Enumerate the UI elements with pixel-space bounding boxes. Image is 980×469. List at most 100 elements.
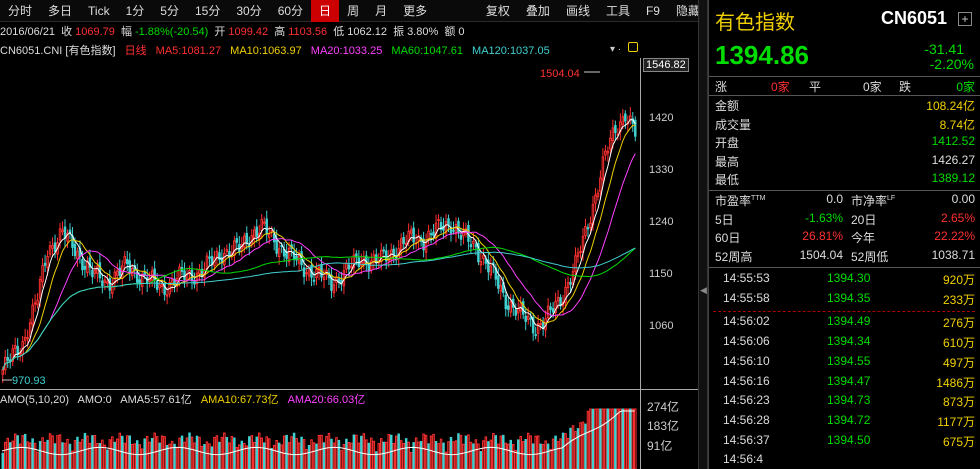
- candle-body: [277, 248, 281, 257]
- volume-bar: [564, 433, 567, 469]
- volume-bar: [270, 448, 273, 469]
- tick-row[interactable]: 14:55:53 1394.30 920万: [713, 271, 977, 289]
- volume-bar: [347, 442, 351, 469]
- tick-time: 14:56:06: [723, 334, 770, 349]
- period-tab[interactable]: 多日: [40, 0, 80, 22]
- toolbar-tool[interactable]: 工具: [598, 0, 638, 22]
- info-low: 1062.12: [347, 26, 387, 38]
- ratio-value: 1038.71: [931, 247, 975, 262]
- add-watchlist-icon[interactable]: +: [958, 12, 972, 26]
- stat-label: 开盘: [715, 136, 740, 150]
- volume-bar: [571, 425, 575, 469]
- volume-bar: [73, 440, 77, 469]
- volume-bar: [514, 449, 517, 469]
- chart-settings-icon[interactable]: ▾ ·: [610, 44, 621, 55]
- volume-bar: [295, 438, 298, 469]
- volume-bar: [76, 436, 79, 469]
- volume-bar: [178, 437, 181, 469]
- period-tab[interactable]: 更多: [395, 0, 435, 22]
- tick-row[interactable]: 14:55:58 1394.35 233万: [713, 291, 977, 309]
- toolbar-tool[interactable]: F9: [638, 0, 668, 22]
- candle-body: [46, 256, 49, 269]
- candle-body: [198, 269, 201, 275]
- stat-label: 最高: [715, 154, 740, 169]
- candle-body: [123, 256, 127, 264]
- tick-row[interactable]: 14:56:37 1394.50 675万: [713, 433, 977, 451]
- tick-row[interactable]: 14:56:16 1394.47 1486万: [713, 374, 977, 392]
- period-tab[interactable]: Tick: [80, 0, 118, 22]
- ma60-legend: MA60:1047.61: [391, 45, 463, 57]
- candle-body: [53, 242, 57, 252]
- candle-body: [611, 127, 615, 142]
- info-close: 1069.79: [75, 26, 115, 38]
- volume-bar: [350, 442, 353, 469]
- period-tab[interactable]: 30分: [228, 0, 269, 22]
- tick-volume: 497万: [942, 355, 975, 370]
- candle-body: [601, 156, 605, 181]
- candle-body: [31, 304, 34, 325]
- ratio-value: 0.00: [951, 192, 975, 206]
- period-tab[interactable]: 日: [311, 0, 340, 22]
- tick-row[interactable]: 14:56:06 1394.34 610万: [713, 334, 977, 352]
- candle-body: [108, 278, 112, 291]
- volume-bar: [200, 445, 204, 469]
- period-tab[interactable]: 60分: [270, 0, 311, 22]
- chart-title: CN6051.CNI [有色指数]: [0, 45, 116, 57]
- period-tab[interactable]: 周: [339, 0, 367, 22]
- panel-splitter[interactable]: ◀: [698, 0, 708, 469]
- period-tab[interactable]: 15分: [187, 0, 228, 22]
- tick-row[interactable]: 14:56:28 1394.72 1177万: [713, 413, 977, 431]
- candle-body: [350, 265, 353, 268]
- period-tab[interactable]: 5分: [152, 0, 187, 22]
- adv-up-label: 涨: [715, 80, 728, 94]
- collapse-arrow-icon[interactable]: ◀: [700, 285, 707, 296]
- tick-row[interactable]: 14:56:02 1394.49 276万: [713, 314, 977, 332]
- candle-body: [621, 116, 625, 125]
- volume-bar: [442, 442, 445, 469]
- candle-body: [497, 275, 500, 289]
- candle-body: [586, 227, 590, 230]
- toolbar-tool[interactable]: 复权: [478, 0, 518, 22]
- toolbar-tool[interactable]: 叠加: [518, 0, 558, 22]
- candle-body: [589, 222, 592, 229]
- volume-chart[interactable]: [0, 405, 640, 469]
- candle-body: [106, 281, 109, 284]
- candle-body: [606, 150, 610, 154]
- tick-row[interactable]: 14:56:4: [713, 452, 977, 469]
- lock-icon[interactable]: [628, 42, 638, 52]
- volume-bar: [457, 433, 460, 469]
- volume-bar: [394, 435, 398, 469]
- volume-bar: [419, 441, 423, 469]
- volume-bar: [422, 433, 425, 469]
- volume-bar: [489, 439, 493, 469]
- candle-body: [347, 264, 351, 270]
- volume-bar: [253, 441, 256, 469]
- candle-body: [474, 244, 478, 248]
- info-high: 1103.56: [288, 26, 328, 38]
- tick-row[interactable]: 14:56:10 1394.55 497万: [713, 354, 977, 372]
- ratio-label: 5日: [715, 212, 734, 227]
- tick-volume: 1486万: [936, 375, 975, 390]
- volume-bar: [126, 435, 129, 469]
- volume-bar: [185, 437, 189, 469]
- volume-bar: [556, 441, 560, 469]
- price-axis-tick: 1060: [649, 320, 674, 332]
- candlestick-chart[interactable]: 1504.04 970.93: [0, 58, 640, 389]
- info-open: 1099.42: [228, 26, 269, 38]
- volume-bar: [504, 442, 508, 469]
- ma5-legend: MA5:1081.27: [155, 45, 222, 57]
- period-tab[interactable]: 分时: [0, 0, 40, 22]
- price-change: -31.41: [924, 41, 964, 57]
- volume-bar: [312, 442, 316, 469]
- volume-bar: [539, 443, 542, 469]
- toolbar-tool[interactable]: 画线: [558, 0, 598, 22]
- divider: [709, 190, 980, 191]
- volume-bar: [210, 446, 214, 469]
- period-tab[interactable]: 1分: [118, 0, 153, 22]
- tick-time: 14:56:28: [723, 412, 770, 427]
- volume-bar: [502, 434, 505, 469]
- tick-row[interactable]: 14:56:23 1394.73 873万: [713, 393, 977, 411]
- volume-bar: [38, 440, 42, 469]
- candle-body: [432, 231, 435, 236]
- period-tab[interactable]: 月: [367, 0, 395, 22]
